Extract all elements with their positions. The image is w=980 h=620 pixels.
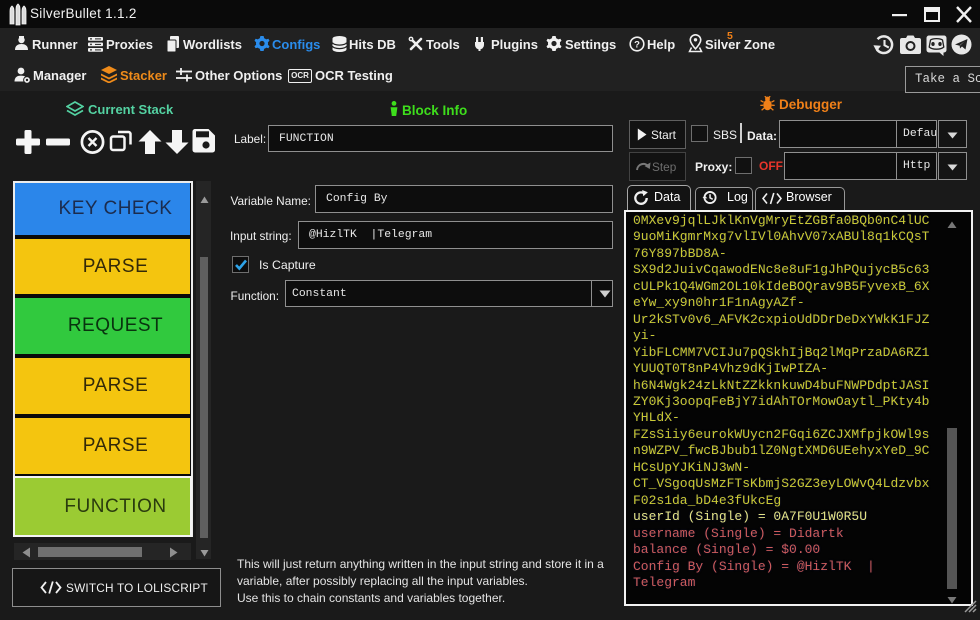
svg-text:?: ? bbox=[634, 40, 640, 51]
